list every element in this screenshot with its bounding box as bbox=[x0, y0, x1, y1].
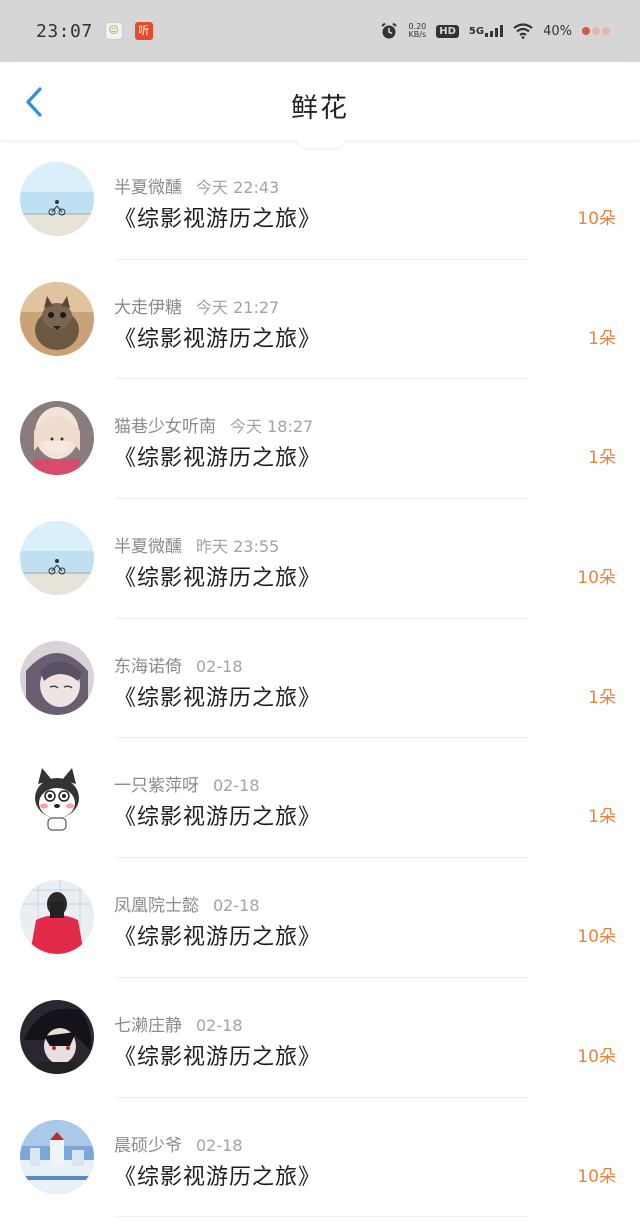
network-type: 5G bbox=[468, 26, 485, 37]
book-title[interactable]: 《综影视游历之旅》 bbox=[114, 440, 321, 472]
item-meta: 大走伊糖 今天 21:27 bbox=[114, 293, 279, 318]
timestamp: 02-18 bbox=[196, 656, 243, 676]
flower-count: 10朵 bbox=[577, 1046, 616, 1067]
page-title: 鲜花 bbox=[291, 93, 349, 124]
item-meta: 猫巷少女听南 今天 18:27 bbox=[114, 412, 313, 437]
signal-bars-icon bbox=[485, 25, 504, 37]
list-item[interactable]: 大走伊糖 今天 21:27 《综影视游历之旅》 1朵 bbox=[0, 260, 640, 380]
status-right: 0.20 KB/s HD 5G 40% bbox=[380, 22, 610, 40]
flower-count: 1朵 bbox=[588, 448, 616, 469]
list-item[interactable]: 凤凰院士懿 02-18 《综影视游历之旅》 10朵 bbox=[0, 858, 640, 978]
book-title[interactable]: 《综影视游历之旅》 bbox=[114, 919, 321, 951]
username[interactable]: 七濑庄静 bbox=[114, 1016, 182, 1036]
username[interactable]: 晨硕少爷 bbox=[114, 1136, 182, 1156]
item-meta: 半夏微醺 昨天 23:55 bbox=[114, 532, 279, 557]
flower-count: 1朵 bbox=[588, 687, 616, 708]
anime-boy-avatar[interactable] bbox=[20, 999, 94, 1074]
divider bbox=[116, 1216, 528, 1218]
flower-count: 10朵 bbox=[577, 209, 616, 229]
flower-list: 半夏微醺 今天 22:43 《综影视游历之旅》 10朵 大走伊糖 今天 21:27 … bbox=[0, 140, 640, 1218]
network-speed: 0.20 KB/s bbox=[408, 22, 427, 39]
username[interactable]: 东海诺倚 bbox=[114, 657, 182, 677]
timestamp: 02-18 bbox=[196, 1135, 243, 1155]
cat-avatar[interactable] bbox=[20, 281, 94, 356]
status-bar: 23:07 ☺ 听 0.20 KB/s HD 5G 40% bbox=[0, 0, 640, 62]
book-title[interactable]: 《综影视游历之旅》 bbox=[114, 680, 321, 712]
hd-badge: HD bbox=[436, 24, 459, 38]
timestamp: 02-18 bbox=[213, 776, 260, 796]
status-left: 23:07 ☺ 听 bbox=[36, 21, 153, 42]
list-item[interactable]: 一只紫萍呀 02-18 《综影视游历之旅》 1朵 bbox=[0, 738, 640, 859]
flower-count: 1朵 bbox=[588, 807, 616, 828]
snow-scene-avatar[interactable] bbox=[20, 1119, 94, 1194]
signal: 5G bbox=[468, 25, 504, 37]
flower-count: 10朵 bbox=[577, 1166, 616, 1187]
flower-count: 10朵 bbox=[577, 568, 616, 589]
item-meta: 凤凰院士懿 02-18 bbox=[114, 891, 260, 916]
username[interactable]: 一只紫萍呀 bbox=[114, 776, 199, 796]
timestamp: 今天 21:27 bbox=[196, 297, 280, 317]
bike-sky-avatar[interactable] bbox=[20, 521, 94, 596]
book-title[interactable]: 《综影视游历之旅》 bbox=[114, 321, 321, 353]
boy-red-shirt-avatar[interactable] bbox=[20, 880, 94, 955]
username[interactable]: 大走伊糖 bbox=[114, 298, 182, 318]
timestamp: 昨天 23:55 bbox=[196, 537, 280, 557]
list-item[interactable]: 半夏微醺 今天 22:43 《综影视游历之旅》 10朵 bbox=[0, 140, 640, 260]
girl-photo-avatar[interactable] bbox=[20, 401, 94, 476]
flower-count: 10朵 bbox=[577, 927, 616, 948]
flower-count: 1朵 bbox=[588, 328, 616, 349]
battery-level: 40% bbox=[543, 23, 572, 39]
husky-cartoon-avatar[interactable] bbox=[20, 760, 94, 835]
item-meta: 七濑庄静 02-18 bbox=[114, 1011, 243, 1036]
item-meta: 一只紫萍呀 02-18 bbox=[114, 771, 260, 796]
alarm-icon bbox=[381, 22, 398, 39]
username[interactable]: 凤凰院士懿 bbox=[114, 896, 199, 916]
username[interactable]: 半夏微醺 bbox=[114, 178, 182, 198]
book-title[interactable]: 《综影视游历之旅》 bbox=[114, 1159, 321, 1191]
wifi-icon bbox=[513, 23, 533, 39]
timestamp: 今天 22:43 bbox=[196, 178, 280, 197]
item-meta: 半夏微醺 今天 22:43 bbox=[114, 173, 279, 198]
timestamp: 02-18 bbox=[213, 896, 260, 916]
list-item[interactable]: 七濑庄静 02-18 《综影视游历之旅》 10朵 bbox=[0, 978, 640, 1098]
timestamp: 今天 18:27 bbox=[230, 417, 314, 437]
book-title[interactable]: 《综影视游历之旅》 bbox=[114, 799, 321, 831]
book-title[interactable]: 《综影视游历之旅》 bbox=[114, 1039, 321, 1071]
list-item[interactable]: 半夏微醺 昨天 23:55 《综影视游历之旅》 10朵 bbox=[0, 499, 640, 619]
notification-smiley-icon: ☺ bbox=[104, 22, 123, 40]
username[interactable]: 猫巷少女听南 bbox=[114, 417, 216, 437]
header: 鲜花 bbox=[0, 62, 640, 140]
timestamp: 02-18 bbox=[196, 1015, 243, 1035]
anime-girl-avatar[interactable] bbox=[20, 640, 94, 715]
bike-sky-avatar[interactable] bbox=[20, 162, 94, 236]
list-item[interactable]: 猫巷少女听南 今天 18:27 《综影视游历之旅》 1朵 bbox=[0, 379, 640, 500]
status-time: 23:07 bbox=[36, 20, 93, 42]
book-title[interactable]: 《综影视游历之旅》 bbox=[114, 560, 321, 592]
battery-dots-icon bbox=[582, 27, 610, 35]
list-item[interactable]: 晨硕少爷 02-18 《综影视游历之旅》 10朵 bbox=[0, 1098, 640, 1218]
item-meta: 晨硕少爷 02-18 bbox=[114, 1131, 243, 1156]
item-meta: 东海诺倚 02-18 bbox=[114, 652, 243, 677]
username[interactable]: 半夏微醺 bbox=[114, 537, 182, 557]
notification-app-icon: 听 bbox=[134, 22, 153, 40]
list-item[interactable]: 东海诺倚 02-18 《综影视游历之旅》 1朵 bbox=[0, 619, 640, 739]
book-title[interactable]: 《综影视游历之旅》 bbox=[114, 201, 321, 233]
